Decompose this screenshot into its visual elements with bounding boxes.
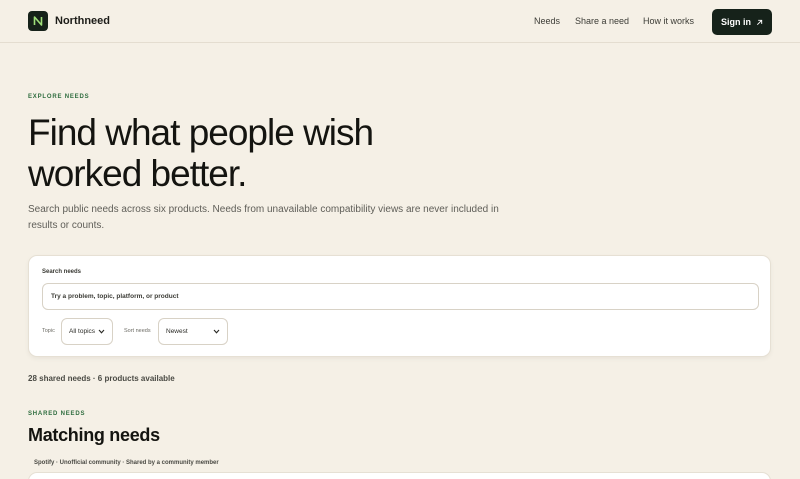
results-summary: 28 shared needs · 6 products available	[28, 374, 175, 383]
nav-needs[interactable]: Needs	[534, 16, 560, 26]
hero-title: Find what people wish worked better.	[28, 112, 548, 194]
nav-share-a-need[interactable]: Share a need	[575, 16, 629, 26]
topic-label: Topic	[42, 328, 55, 334]
need-card-meta: Spotify · Unofficial community · Shared …	[34, 460, 219, 466]
brand-name: Northneed	[55, 15, 110, 27]
hero-subtitle: Search public needs across six products.…	[28, 204, 499, 231]
sort-select-value: Newest	[166, 328, 188, 335]
search-input[interactable]	[42, 283, 759, 310]
sort-label: Sort needs	[124, 328, 151, 334]
hero-title-line-1: Find what people wish	[28, 112, 374, 153]
matching-needs-title: Matching needs	[28, 425, 160, 445]
topic-select[interactable]: All topics	[61, 318, 113, 345]
northneed-logo-icon	[28, 11, 48, 31]
need-card[interactable]	[28, 472, 771, 479]
shared-needs-eyebrow: SHARED NEEDS	[28, 411, 86, 417]
arrow-up-right-icon	[756, 19, 763, 25]
search-label: Search needs	[42, 269, 82, 275]
brand-logo[interactable]: Northneed	[28, 11, 110, 31]
topic-select-value: All topics	[69, 328, 96, 335]
hero-title-line-2: worked better.	[28, 153, 247, 194]
sort-select[interactable]: Newest	[158, 318, 228, 345]
top-navigation: Northneed Needs Share a need How it work…	[0, 0, 800, 43]
nav-how-it-works[interactable]: How it works	[643, 16, 694, 26]
chevron-down-icon	[98, 329, 105, 334]
sign-in-label: Sign in	[721, 17, 751, 27]
sign-in-button[interactable]: Sign in	[712, 9, 772, 35]
explore-eyebrow: EXPLORE NEEDS	[28, 94, 90, 100]
search-card: Search needs Topic All topics Sort needs…	[28, 255, 771, 357]
chevron-down-icon	[213, 329, 220, 334]
